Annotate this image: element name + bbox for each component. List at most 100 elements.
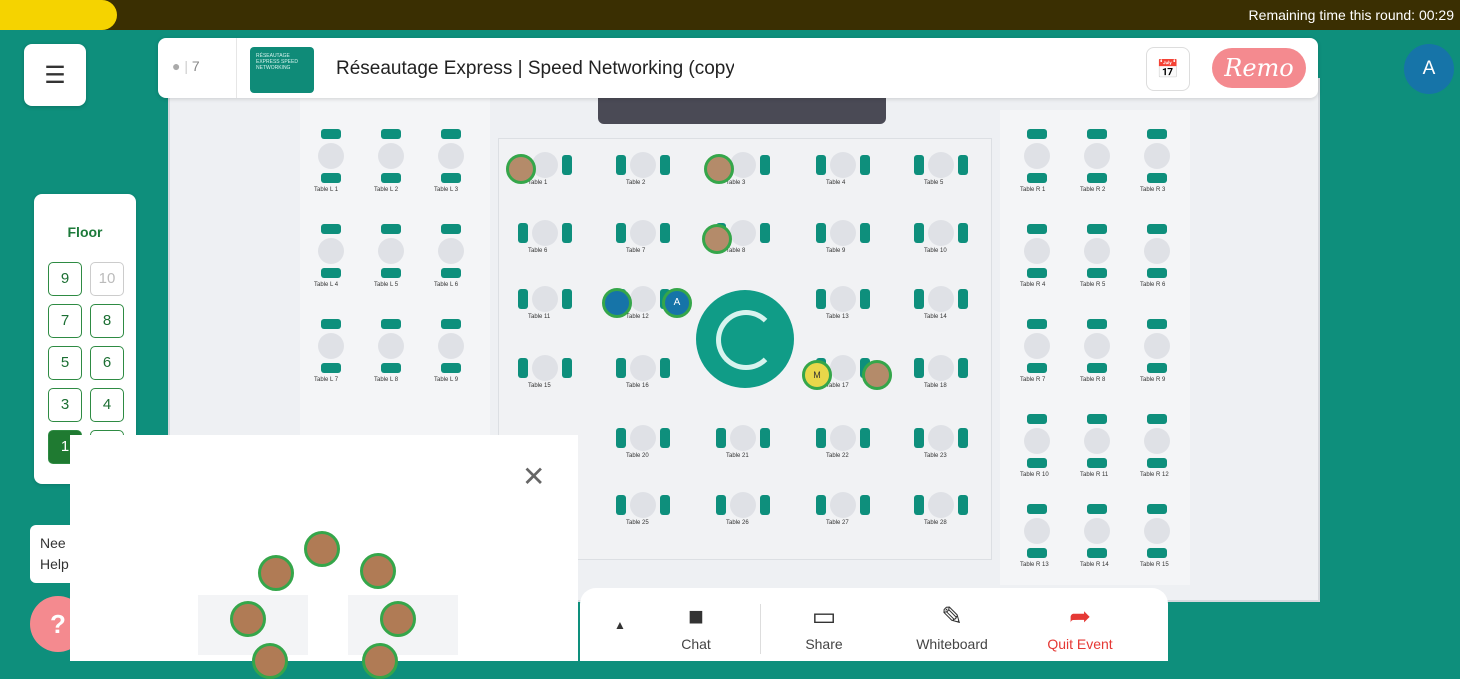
table[interactable] (830, 286, 856, 312)
table-label: Table 9 (826, 248, 846, 254)
table-label: Table R 4 (1020, 282, 1046, 288)
table[interactable] (830, 425, 856, 451)
chair (816, 289, 826, 309)
table[interactable] (830, 220, 856, 246)
menu-button[interactable]: ☰ (24, 44, 86, 106)
table[interactable] (830, 152, 856, 178)
table[interactable] (1024, 428, 1050, 454)
chair (816, 428, 826, 448)
table[interactable] (378, 333, 404, 359)
table-label: Table 26 (726, 520, 749, 526)
floor-button[interactable]: 3 (48, 388, 82, 422)
chair (562, 289, 572, 309)
chat-button[interactable]: ■ Chat (646, 598, 746, 652)
table[interactable] (378, 143, 404, 169)
participant-avatar[interactable] (702, 224, 732, 254)
table[interactable] (630, 286, 656, 312)
table[interactable] (1144, 518, 1170, 544)
event-title: Réseautage Express | Speed Networking (c… (336, 58, 734, 79)
table[interactable] (730, 152, 756, 178)
table[interactable] (630, 492, 656, 518)
table[interactable] (830, 355, 856, 381)
participant-avatar[interactable] (506, 154, 536, 184)
chair (1027, 224, 1047, 234)
table[interactable] (1024, 518, 1050, 544)
chair (616, 428, 626, 448)
table[interactable] (532, 286, 558, 312)
floor-button[interactable]: 5 (48, 346, 82, 380)
table-label: Table R 7 (1020, 377, 1046, 383)
table[interactable] (928, 492, 954, 518)
table[interactable] (438, 238, 464, 264)
chair (562, 155, 572, 175)
table[interactable] (1144, 238, 1170, 264)
table[interactable] (1144, 428, 1170, 454)
table[interactable] (532, 220, 558, 246)
table[interactable] (318, 143, 344, 169)
user-avatar[interactable]: A (1404, 44, 1454, 94)
table[interactable] (318, 238, 344, 264)
chair (1147, 504, 1167, 514)
table[interactable] (730, 492, 756, 518)
table[interactable] (1084, 518, 1110, 544)
table[interactable] (928, 286, 954, 312)
event-logo-ring (716, 310, 776, 370)
table[interactable] (928, 220, 954, 246)
table[interactable] (1084, 333, 1110, 359)
floor-button[interactable]: 7 (48, 304, 82, 338)
whiteboard-button[interactable]: ✎ Whiteboard (902, 598, 1002, 652)
table[interactable] (1024, 238, 1050, 264)
table[interactable] (730, 220, 756, 246)
chair (1087, 319, 1107, 329)
chair (1087, 224, 1107, 234)
chair (760, 428, 770, 448)
table[interactable] (318, 333, 344, 359)
chair (958, 223, 968, 243)
table[interactable] (378, 238, 404, 264)
table[interactable] (928, 152, 954, 178)
table[interactable] (1144, 143, 1170, 169)
participant-avatar[interactable] (704, 154, 734, 184)
floor-button[interactable]: 4 (90, 388, 124, 422)
quit-event-button[interactable]: ➦ Quit Event (1030, 598, 1130, 652)
table[interactable] (630, 425, 656, 451)
floor-button[interactable]: 6 (90, 346, 124, 380)
floor-button[interactable]: 8 (90, 304, 124, 338)
table[interactable] (532, 355, 558, 381)
chair (562, 223, 572, 243)
chair (860, 428, 870, 448)
table[interactable] (630, 355, 656, 381)
table[interactable] (630, 152, 656, 178)
table-label: Table 17 (826, 383, 849, 389)
table[interactable] (730, 425, 756, 451)
participant-avatar[interactable] (862, 360, 892, 390)
chat-icon: ■ (688, 601, 704, 631)
chair (441, 173, 461, 183)
table-label: Table L 8 (374, 377, 399, 383)
table[interactable] (438, 333, 464, 359)
table[interactable] (928, 425, 954, 451)
table[interactable] (438, 143, 464, 169)
table[interactable] (928, 355, 954, 381)
table[interactable] (1024, 333, 1050, 359)
participant-avatar[interactable] (602, 288, 632, 318)
expand-caret-icon[interactable]: ▲ (614, 618, 626, 632)
table-label: Table L 7 (314, 377, 339, 383)
floor-button[interactable]: 9 (48, 262, 82, 296)
calendar-button[interactable]: 📅 (1146, 47, 1190, 91)
table[interactable] (630, 220, 656, 246)
chair (381, 319, 401, 329)
table[interactable] (532, 152, 558, 178)
share-button[interactable]: ▭ Share (774, 598, 874, 652)
close-icon[interactable]: ✕ (522, 460, 545, 493)
table[interactable] (1144, 333, 1170, 359)
table[interactable] (1084, 428, 1110, 454)
participant-avatar[interactable]: A (662, 288, 692, 318)
table[interactable] (830, 492, 856, 518)
chair (1147, 173, 1167, 183)
table[interactable] (1024, 143, 1050, 169)
table-preview-popup (70, 435, 578, 679)
table[interactable] (1084, 238, 1110, 264)
table[interactable] (1084, 143, 1110, 169)
participant-avatar[interactable]: M (802, 360, 832, 390)
